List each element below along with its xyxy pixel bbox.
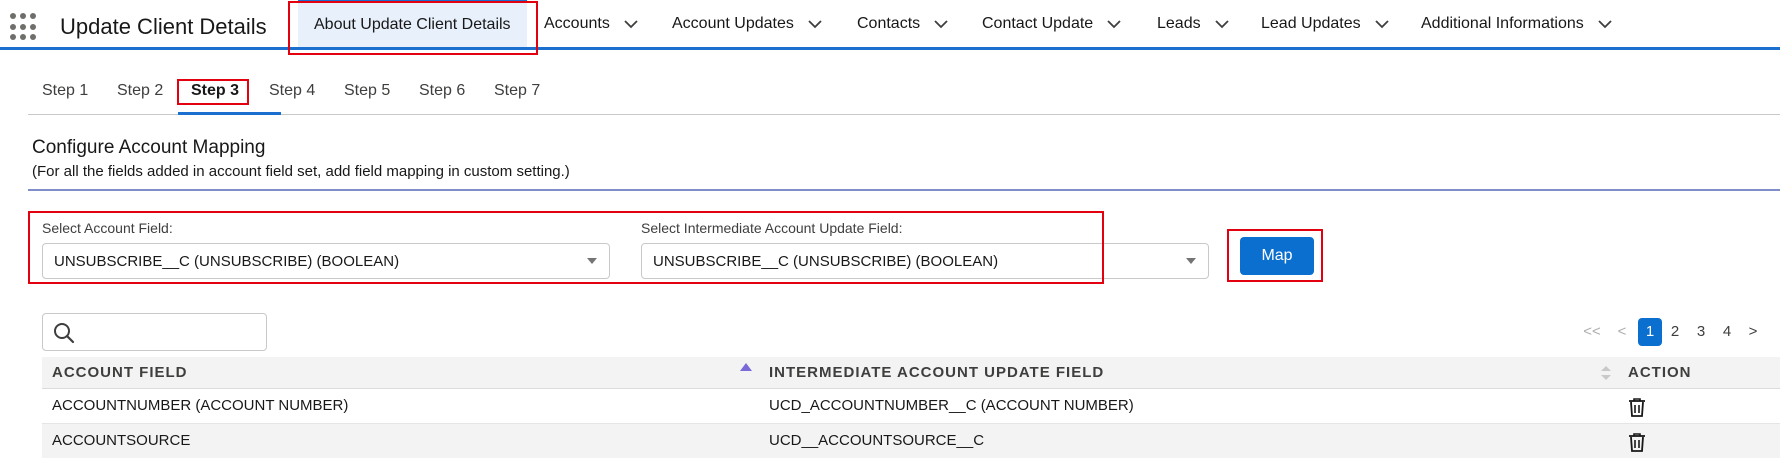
step-tab-6[interactable]: Step 6 — [419, 82, 465, 100]
nav-tab-leads[interactable]: Leads — [1157, 0, 1231, 47]
chevron-down-icon[interactable] — [932, 15, 950, 33]
prev-page-button[interactable]: < — [1614, 318, 1630, 346]
section-divider — [28, 189, 1780, 191]
nav-tab-contact-update[interactable]: Contact Update — [982, 0, 1123, 47]
step-tabs: Step 1 Step 2 Step 3 Step 4 Step 5 Step … — [28, 70, 1780, 115]
active-step-indicator — [178, 112, 281, 115]
nav-tab-accounts[interactable]: Accounts — [544, 0, 640, 47]
section-title: Configure Account Mapping — [32, 137, 266, 158]
chevron-down-icon[interactable] — [806, 15, 824, 33]
chevron-down-icon[interactable] — [622, 15, 640, 33]
cell-intermediate-field: UCD__ACCOUNTSOURCE__C — [769, 432, 985, 449]
nav-tab-label: Additional Informations — [1421, 14, 1584, 32]
page-3-button[interactable]: 3 — [1692, 318, 1710, 346]
sort-icon[interactable] — [1600, 364, 1612, 382]
search-box — [42, 313, 267, 351]
app-launcher-icon[interactable] — [10, 13, 38, 41]
nav-tab-label: Account Updates — [672, 14, 794, 32]
account-field-value: UNSUBSCRIBE__C (UNSUBSCRIBE) (BOOLEAN) — [54, 252, 400, 270]
cell-intermediate-field: UCD_ACCOUNTNUMBER__C (ACCOUNT NUMBER) — [769, 397, 1134, 414]
account-field-label: Select Account Field: — [42, 220, 173, 236]
chevron-down-icon[interactable] — [1105, 15, 1123, 33]
chevron-down-icon[interactable] — [1596, 15, 1614, 33]
section-subtitle: (For all the fields added in account fie… — [32, 163, 570, 180]
app-title: Update Client Details — [60, 14, 267, 39]
map-button[interactable]: Map — [1240, 237, 1314, 275]
search-input[interactable] — [83, 320, 259, 344]
next-page-button[interactable]: > — [1745, 318, 1761, 346]
page-1-button[interactable]: 1 — [1638, 318, 1662, 346]
delete-icon[interactable] — [1628, 397, 1646, 417]
table-header: ACCOUNT FIELD INTERMEDIATE ACCOUNT UPDAT… — [42, 357, 1780, 389]
search-icon — [54, 323, 75, 344]
nav-tab-label: Contacts — [857, 14, 921, 32]
sort-ascending-icon[interactable] — [740, 363, 752, 371]
nav-tab-contacts[interactable]: Contacts — [857, 0, 950, 47]
intermediate-field-label: Select Intermediate Account Update Field… — [641, 220, 903, 236]
intermediate-field-value: UNSUBSCRIBE__C (UNSUBSCRIBE) (BOOLEAN) — [653, 252, 999, 270]
pagination: << < 1 2 3 4 > — [1570, 318, 1770, 346]
nav-tab-label: Lead Updates — [1261, 14, 1361, 32]
step-tab-5[interactable]: Step 5 — [344, 82, 390, 100]
column-header-action: ACTION — [1628, 364, 1692, 381]
chevron-down-icon[interactable] — [1213, 15, 1231, 33]
nav-tab-label: Accounts — [544, 14, 610, 32]
cell-account-field: ACCOUNTNUMBER (ACCOUNT NUMBER) — [52, 397, 349, 414]
step-tab-4[interactable]: Step 4 — [269, 82, 315, 100]
nav-tab-lead-updates[interactable]: Lead Updates — [1261, 0, 1391, 47]
delete-icon[interactable] — [1628, 432, 1646, 452]
account-field-select[interactable]: UNSUBSCRIBE__C (UNSUBSCRIBE) (BOOLEAN) — [42, 243, 610, 279]
step-tab-3[interactable]: Step 3 — [191, 82, 239, 100]
nav-tab-additional-informations[interactable]: Additional Informations — [1421, 0, 1614, 47]
nav-tab-label: About Update Client Details — [314, 16, 511, 33]
nav-tab-about[interactable]: About Update Client Details — [298, 0, 527, 47]
page-2-button[interactable]: 2 — [1666, 318, 1684, 346]
nav-tab-account-updates[interactable]: Account Updates — [672, 0, 824, 47]
step-tab-7[interactable]: Step 7 — [494, 82, 540, 100]
step-tab-1[interactable]: Step 1 — [42, 82, 88, 100]
nav-tab-label: Leads — [1157, 14, 1201, 32]
top-navigation-bar: Update Client Details About Update Clien… — [0, 0, 1780, 50]
table-row: ACCOUNTNUMBER (ACCOUNT NUMBER) UCD_ACCOU… — [42, 389, 1780, 424]
dropdown-caret-icon — [1186, 258, 1196, 264]
column-header-intermediate-field[interactable]: INTERMEDIATE ACCOUNT UPDATE FIELD — [769, 364, 1104, 381]
step-tab-2[interactable]: Step 2 — [117, 82, 163, 100]
chevron-down-icon[interactable] — [1373, 15, 1391, 33]
intermediate-field-select[interactable]: UNSUBSCRIBE__C (UNSUBSCRIBE) (BOOLEAN) — [641, 243, 1209, 279]
nav-tab-label: Contact Update — [982, 14, 1094, 32]
column-header-account-field[interactable]: ACCOUNT FIELD — [52, 364, 188, 381]
dropdown-caret-icon — [587, 258, 597, 264]
first-page-button[interactable]: << — [1578, 318, 1606, 346]
cell-account-field: ACCOUNTSOURCE — [52, 432, 191, 449]
table-row: ACCOUNTSOURCE UCD__ACCOUNTSOURCE__C — [42, 424, 1780, 458]
page-4-button[interactable]: 4 — [1718, 318, 1736, 346]
